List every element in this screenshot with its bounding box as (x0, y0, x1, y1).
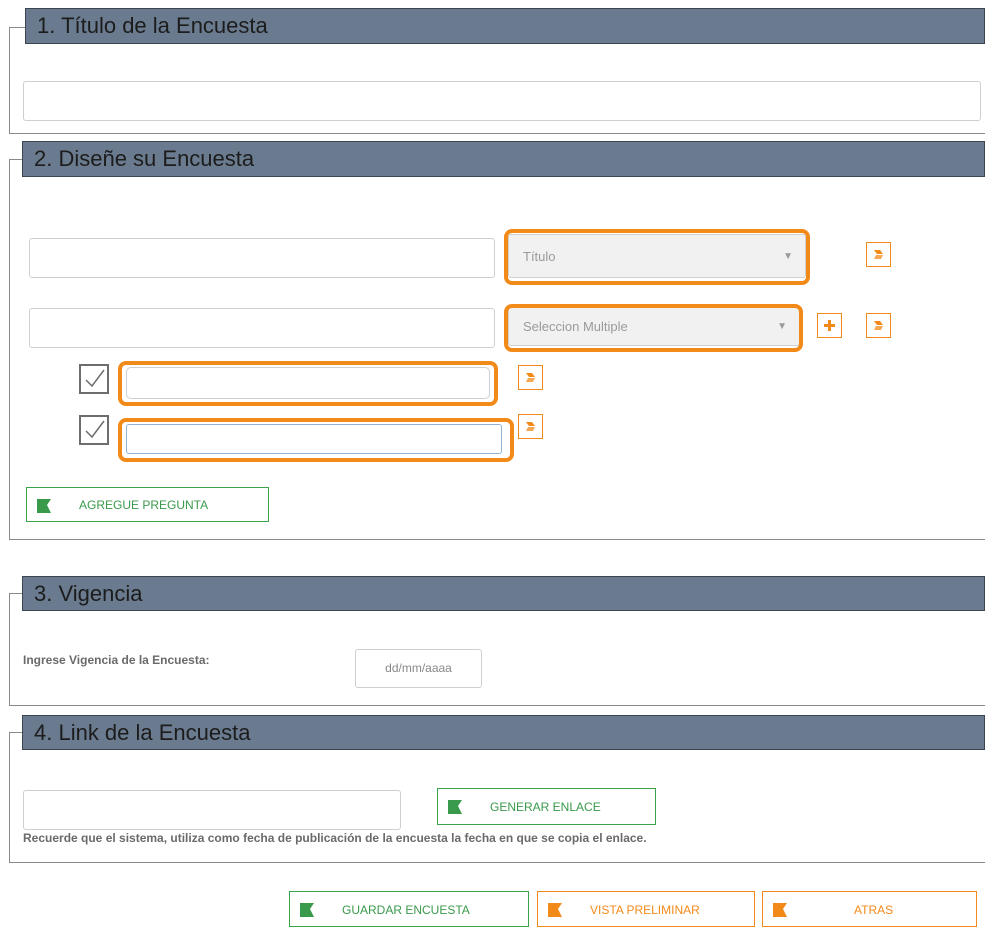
eraser-icon (874, 321, 883, 330)
option-2-highlight (118, 418, 514, 462)
flag-icon (300, 903, 314, 917)
eraser-icon (874, 250, 883, 259)
section-design-heading: 2. Diseñe su Encuesta (22, 141, 985, 177)
plus-icon (824, 320, 835, 331)
back-button[interactable]: ATRAS (762, 891, 977, 927)
delete-option-1-button[interactable] (518, 365, 543, 390)
delete-option-2-button[interactable] (518, 414, 543, 439)
validity-date-input[interactable]: dd/mm/aaaa (355, 649, 482, 688)
generate-link-button[interactable]: GENERAR ENLACE (437, 788, 656, 825)
link-note: Recuerde que el sistema, utiliza como fe… (23, 831, 647, 845)
generate-link-label: GENERAR ENLACE (490, 800, 601, 814)
add-option-button[interactable] (817, 313, 842, 338)
question-2-type-highlight (504, 304, 803, 352)
section-validity-heading: 3. Vigencia (22, 576, 985, 611)
save-survey-button[interactable]: GUARDAR ENCUESTA (289, 891, 529, 927)
eraser-icon (526, 373, 535, 382)
flag-icon (548, 903, 562, 917)
back-label: ATRAS (854, 903, 894, 917)
option-2-checkbox[interactable] (79, 415, 109, 445)
add-question-button[interactable]: AGREGUE PREGUNTA (26, 487, 269, 522)
question-2-text-input[interactable] (29, 308, 495, 348)
section-title-heading: 1. Título de la Encuesta (25, 8, 985, 44)
flag-icon (448, 800, 462, 814)
question-1-text-input[interactable] (29, 238, 495, 278)
option-1-checkbox[interactable] (79, 364, 109, 394)
flag-icon (37, 499, 51, 513)
checkmark-icon (85, 369, 105, 388)
survey-link-input[interactable] (23, 790, 401, 830)
survey-title-input[interactable] (23, 81, 981, 121)
section-link-heading: 4. Link de la Encuesta (22, 715, 985, 750)
save-survey-label: GUARDAR ENCUESTA (342, 903, 470, 917)
preview-label: VISTA PRELIMINAR (590, 903, 700, 917)
eraser-icon (526, 422, 535, 431)
section-design-box (9, 159, 985, 540)
checkmark-icon (85, 420, 105, 439)
preview-button[interactable]: VISTA PRELIMINAR (537, 891, 755, 927)
add-question-label: AGREGUE PREGUNTA (79, 498, 209, 512)
delete-question-1-button[interactable] (866, 242, 891, 267)
delete-question-2-button[interactable] (866, 313, 891, 338)
option-1-highlight (118, 361, 498, 406)
question-1-type-highlight (504, 229, 810, 285)
flag-icon (773, 903, 787, 917)
validity-date-placeholder: dd/mm/aaaa (385, 661, 452, 675)
validity-label: Ingrese Vigencia de la Encuesta: (23, 653, 210, 667)
